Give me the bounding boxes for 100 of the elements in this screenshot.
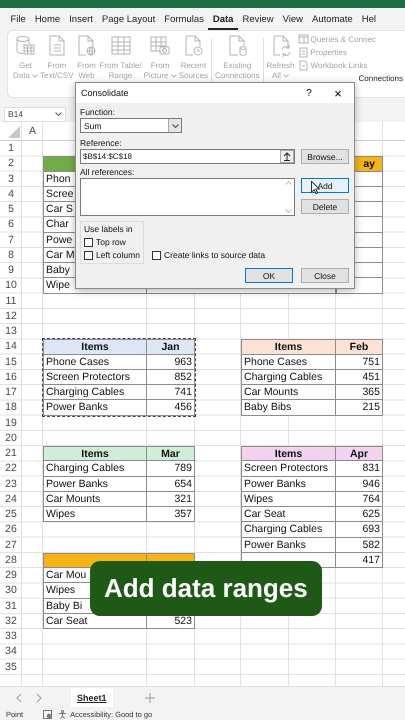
help-button[interactable]: ? (296, 88, 322, 98)
table-cell: 625 (336, 507, 383, 522)
row-number[interactable]: 5 (0, 202, 22, 218)
table-cell: Car Mounts (43, 492, 147, 507)
table-cell: 215 (336, 400, 383, 416)
row-number[interactable]: 26 (0, 522, 22, 538)
row-number[interactable]: 8 (0, 248, 22, 263)
row-number[interactable]: 31 (0, 598, 22, 614)
checkbox-label: Top row (96, 237, 126, 247)
table-cell: Charging Cables (43, 461, 147, 476)
table-cell: Power Banks (241, 476, 336, 492)
row-number[interactable]: 11 (0, 294, 22, 309)
table-cell: 417 (336, 552, 383, 568)
menu-tab[interactable]: View (278, 8, 308, 30)
dialog-button[interactable]: Add (301, 178, 349, 193)
row-number[interactable]: 6 (0, 217, 22, 232)
row-number[interactable]: 21 (0, 446, 22, 462)
record-macro-icon[interactable] (43, 710, 52, 718)
accessibility-icon[interactable] (58, 710, 68, 718)
table-cell: 582 (336, 538, 383, 553)
table-cell: 365 (336, 385, 383, 400)
row-number[interactable]: 33 (0, 629, 22, 644)
dialog-button[interactable]: Close (301, 268, 349, 283)
name-box[interactable]: B14 (4, 106, 66, 122)
table-cell: Baby Bibs (241, 400, 336, 416)
caret-icon (32, 74, 38, 78)
row-number[interactable]: 23 (0, 476, 22, 492)
row-number[interactable]: 28 (0, 552, 22, 568)
row-number[interactable]: 20 (0, 430, 22, 446)
table-cell: Car Seat (241, 507, 336, 522)
row-number[interactable]: 32 (0, 614, 22, 629)
row-number[interactable]: 9 (0, 263, 22, 278)
checkbox[interactable] (152, 250, 161, 260)
caret-icon (283, 74, 290, 78)
pointer-icon (311, 181, 320, 194)
row-number[interactable]: 14 (0, 339, 22, 354)
menu-tab[interactable]: Page Layout (97, 8, 160, 30)
menu-tab[interactable]: Review (238, 8, 278, 30)
table-cell: 693 (336, 522, 383, 538)
table-cell: 741 (147, 385, 195, 400)
menu-tab[interactable]: Automate (308, 8, 358, 30)
table-header-cell: Jan (147, 339, 195, 354)
table-cell: 451 (336, 370, 383, 385)
row-number[interactable]: 1 (0, 141, 22, 156)
row-number[interactable]: 30 (0, 583, 22, 598)
dialog-title: Consolidate (81, 88, 130, 98)
row-number[interactable]: 17 (0, 385, 22, 400)
row-number[interactable]: 19 (0, 416, 22, 431)
row-number[interactable]: 16 (0, 370, 22, 385)
row-number[interactable]: 7 (0, 232, 22, 248)
add-sheet-icon[interactable] (144, 692, 155, 702)
table-header-cell: Feb (336, 339, 383, 354)
next-icon[interactable] (35, 692, 43, 702)
checkbox[interactable] (84, 238, 93, 246)
row-number[interactable]: 4 (0, 186, 22, 202)
function-dropdown[interactable]: Sum (80, 118, 182, 133)
table-cell: 789 (147, 461, 195, 476)
checkbox-label: Left column (96, 250, 140, 260)
sheet-tab[interactable]: Sheet1 (71, 688, 113, 707)
table-cell: Charging Cables (241, 370, 336, 385)
table-header-cell: Items (241, 339, 336, 354)
menu-tab[interactable]: Home (30, 8, 65, 30)
row-number[interactable]: 35 (0, 660, 22, 675)
menu-tab[interactable]: Formulas (160, 8, 208, 30)
caption-banner: Add data ranges (90, 561, 322, 616)
row-number[interactable]: 29 (0, 568, 22, 584)
checkbox[interactable] (84, 250, 93, 260)
table-cell: 654 (147, 476, 195, 492)
row-number[interactable]: 34 (0, 644, 22, 660)
table-cell: 751 (336, 354, 383, 370)
table-cell: Power Banks (241, 538, 336, 553)
table-header-cell: Apr (336, 446, 383, 462)
row-number[interactable]: 13 (0, 324, 22, 340)
menu-tab[interactable]: Insert (64, 8, 98, 30)
row-number[interactable]: 24 (0, 492, 22, 507)
row-number[interactable]: 10 (0, 278, 22, 294)
collapse-icon[interactable] (280, 150, 294, 163)
dialog-button[interactable]: Delete (301, 199, 349, 214)
dialog-button[interactable]: Browse... (301, 149, 349, 164)
reference-field[interactable]: $B$14:$C$18 (80, 149, 295, 164)
row-number[interactable]: 12 (0, 308, 22, 324)
row-number[interactable]: 25 (0, 507, 22, 522)
column-header[interactable]: A (22, 122, 43, 141)
table-cell: Phone Cases (241, 354, 336, 370)
table-cell: Wipes (43, 507, 147, 522)
table-cell: 357 (147, 507, 195, 522)
row-number[interactable]: 15 (0, 354, 22, 370)
table-cell: Power Banks (43, 476, 147, 492)
row-number[interactable]: 2 (0, 156, 22, 172)
table-cell: 831 (336, 461, 383, 476)
close-button[interactable]: × (322, 86, 354, 100)
table-header-cell: Items (43, 339, 147, 354)
menu-tab[interactable]: File (6, 8, 30, 30)
dialog-button[interactable]: OK (245, 268, 293, 283)
previous-icon[interactable] (15, 692, 23, 702)
row-number[interactable]: 3 (0, 172, 22, 187)
menu-tab[interactable]: Hel (357, 8, 380, 30)
row-number[interactable]: 22 (0, 461, 22, 476)
row-number[interactable]: 27 (0, 538, 22, 553)
row-number[interactable]: 18 (0, 400, 22, 416)
